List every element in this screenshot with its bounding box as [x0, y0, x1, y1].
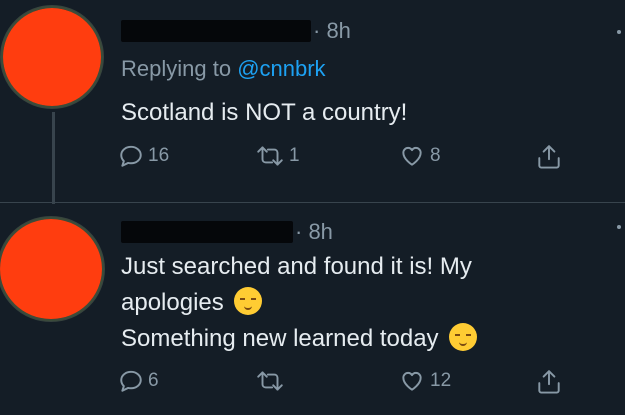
- retweet-count: 1: [289, 145, 300, 166]
- heart-icon: [402, 146, 422, 166]
- tweet-text-line-with-emoji: Something new learned today: [121, 321, 478, 357]
- like-button[interactable]: 12: [398, 368, 451, 394]
- tweet-text: Scotland is NOT a country!: [121, 95, 407, 131]
- replying-to-label: Replying to: [121, 56, 238, 81]
- more-options-icon[interactable]: [617, 225, 621, 229]
- share-icon: [538, 145, 560, 169]
- like-count: 12: [430, 370, 452, 391]
- retweet-icon: [257, 371, 283, 391]
- tweet-actions: 6 12: [118, 368, 578, 398]
- reply-icon: [120, 145, 142, 167]
- tweet-timestamp[interactable]: · 8h: [313, 18, 351, 44]
- retweet-icon: [257, 146, 283, 166]
- tweet-text-line: Just searched and found it is! My: [121, 253, 472, 280]
- redacted-username[interactable]: [121, 20, 311, 42]
- share-button[interactable]: [536, 368, 562, 396]
- redacted-username[interactable]: [121, 221, 293, 243]
- tweet-header: · 8h: [121, 18, 351, 44]
- like-count: 8: [430, 145, 441, 166]
- avatar[interactable]: [0, 5, 104, 109]
- more-options-icon[interactable]: [617, 30, 621, 34]
- avatar[interactable]: [0, 216, 105, 322]
- reply-icon: [120, 370, 142, 392]
- tweet-actions: 16 1 8: [118, 143, 578, 173]
- reply-count: 16: [148, 145, 170, 166]
- tweet-text-line-with-emoji: apologies: [121, 285, 477, 321]
- tweet-divider: [0, 202, 625, 203]
- tweet-thread: · 8h Replying to @cnnbrk Scotland is NOT…: [0, 0, 625, 415]
- reply-button[interactable]: 6: [118, 368, 159, 394]
- relieved-face-emoji: [449, 323, 478, 351]
- tweet-text: Just searched and found it is! My apolog…: [121, 249, 478, 357]
- pensive-face-emoji: [234, 287, 263, 315]
- tweet-1[interactable]: · 8h Replying to @cnnbrk Scotland is NOT…: [0, 0, 625, 204]
- reply-button[interactable]: 16: [118, 143, 169, 169]
- tweet-timestamp[interactable]: · 8h: [295, 219, 333, 245]
- replying-to-handle[interactable]: @cnnbrk: [237, 56, 325, 81]
- replying-to: Replying to @cnnbrk: [121, 56, 326, 82]
- thread-connector-line: [52, 112, 55, 204]
- like-button[interactable]: 8: [398, 143, 441, 169]
- tweet-2[interactable]: · 8h Just searched and found it is! My a…: [0, 205, 625, 415]
- tweet-text-line: apologies: [121, 289, 224, 316]
- share-button[interactable]: [536, 143, 562, 171]
- tweet-text-line: Something new learned today: [121, 325, 439, 352]
- retweet-button[interactable]: [255, 368, 289, 394]
- tweet-header: · 8h: [121, 219, 333, 245]
- retweet-button[interactable]: 1: [255, 143, 300, 169]
- share-icon: [538, 370, 560, 394]
- tweet-text-line: Scotland is NOT a country!: [121, 99, 408, 126]
- heart-icon: [402, 371, 422, 391]
- reply-count: 6: [148, 370, 159, 391]
